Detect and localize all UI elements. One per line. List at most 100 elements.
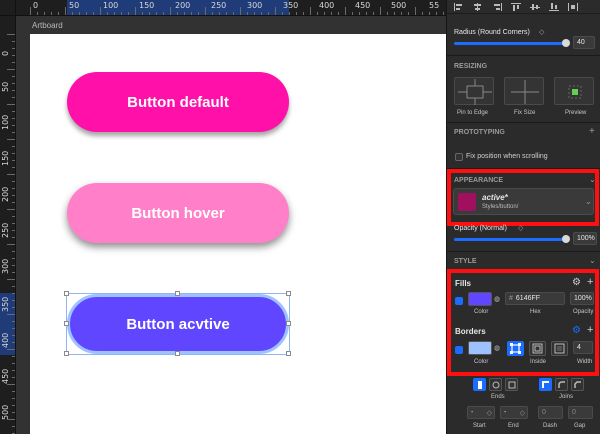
button-default-layer[interactable]: Button default bbox=[67, 72, 289, 132]
ruler-top-label: 300 bbox=[247, 1, 263, 10]
join-miter-button[interactable] bbox=[539, 378, 552, 391]
border-width-label: Width bbox=[577, 359, 593, 365]
fill-opacity-input[interactable]: 100% bbox=[570, 292, 594, 305]
gap-input[interactable]: 0 bbox=[568, 406, 593, 419]
ruler-left-tick bbox=[12, 97, 15, 98]
dash-input[interactable]: 0 bbox=[538, 406, 563, 419]
prototyping-section-title: PROTOTYPING bbox=[454, 129, 505, 136]
button-hover-layer[interactable]: Button hover bbox=[67, 183, 289, 243]
ruler-left-tick bbox=[12, 335, 15, 336]
border-position-center-button[interactable] bbox=[507, 341, 524, 356]
ruler-top-tick bbox=[303, 12, 304, 15]
dash-start-stepper-icon: ◇ bbox=[486, 409, 492, 417]
resizing-preview[interactable] bbox=[554, 77, 594, 105]
ruler-left-tick bbox=[12, 342, 15, 343]
ruler-top-tick bbox=[86, 12, 87, 15]
dash-end-select[interactable]: - ◇ bbox=[500, 406, 528, 419]
fix-size-option[interactable] bbox=[504, 77, 544, 105]
border-position-outside-button[interactable] bbox=[551, 341, 568, 356]
ruler-left-tick bbox=[12, 258, 15, 259]
pin-to-edge-option[interactable] bbox=[454, 77, 494, 105]
opacity-stepper-icon[interactable]: ◇ bbox=[518, 224, 523, 232]
end-round-icon bbox=[492, 381, 499, 388]
align-top-icon[interactable] bbox=[508, 2, 524, 11]
opacity-input[interactable]: 100% bbox=[573, 232, 597, 245]
border-inside-icon bbox=[532, 343, 543, 354]
borders-add-icon[interactable]: + bbox=[587, 324, 593, 336]
fill-hex-input[interactable]: # 6146FF bbox=[505, 292, 565, 305]
border-enabled-checkbox[interactable] bbox=[455, 346, 463, 354]
resize-handle-bottom[interactable] bbox=[175, 351, 180, 356]
style-collapse-chevron-icon[interactable]: ⌄ bbox=[589, 256, 596, 265]
artboard-label[interactable]: Artboard bbox=[32, 21, 63, 30]
ruler-top-label: 55 bbox=[429, 1, 440, 10]
end-square-button[interactable] bbox=[505, 378, 518, 391]
joins-label: Joins bbox=[559, 394, 574, 400]
ruler-left-tick bbox=[7, 419, 15, 420]
ruler-top-tick bbox=[233, 12, 234, 15]
border-color-swatch[interactable] bbox=[468, 341, 492, 355]
opacity-label: Opacity (Normal) bbox=[454, 225, 507, 232]
end-butt-button[interactable] bbox=[473, 378, 486, 391]
align-left-icon[interactable] bbox=[451, 2, 467, 11]
borders-settings-gear-icon[interactable]: ⚙ bbox=[572, 325, 581, 336]
resize-handle-left[interactable] bbox=[64, 321, 69, 326]
end-round-button[interactable] bbox=[489, 378, 502, 391]
align-bottom-icon[interactable] bbox=[546, 2, 562, 11]
border-position-inside-button[interactable] bbox=[529, 341, 546, 356]
fix-position-checkbox[interactable] bbox=[455, 153, 463, 161]
fill-hex-label: Hex bbox=[530, 309, 541, 315]
ruler-left-label: 450 bbox=[1, 368, 10, 384]
resize-handle-top-left[interactable] bbox=[64, 291, 69, 296]
ruler-top-tick bbox=[380, 7, 381, 15]
radius-slider-knob[interactable] bbox=[562, 39, 570, 47]
radius-stepper-icon[interactable]: ◇ bbox=[539, 28, 544, 36]
fill-enabled-checkbox[interactable] bbox=[455, 297, 463, 305]
dash-start-select[interactable]: - ◇ bbox=[467, 406, 495, 419]
ruler-top-tick bbox=[261, 12, 262, 15]
resize-handle-bottom-left[interactable] bbox=[64, 351, 69, 356]
resize-handle-top[interactable] bbox=[175, 291, 180, 296]
ruler-left-tick bbox=[12, 363, 15, 364]
button-active-label: Button acvtive bbox=[126, 315, 230, 333]
shared-style-selector[interactable]: active* Styles/button/ ⌄ bbox=[453, 188, 594, 215]
fill-color-swatch[interactable] bbox=[468, 292, 492, 306]
border-color-picker-icon[interactable]: ◍ bbox=[494, 344, 500, 352]
ruler-top-label: 0 bbox=[33, 1, 39, 10]
join-bevel-button[interactable] bbox=[571, 378, 584, 391]
ruler-left-tick bbox=[12, 391, 15, 392]
radius-input[interactable]: 40 bbox=[573, 36, 595, 49]
ruler-left-tick bbox=[12, 377, 15, 378]
dash-end-label: End bbox=[508, 423, 519, 429]
ruler-left-tick bbox=[7, 279, 15, 280]
resize-handle-right[interactable] bbox=[286, 321, 291, 326]
fill-color-picker-icon[interactable]: ◍ bbox=[494, 295, 500, 303]
ruler-left-tick bbox=[12, 293, 15, 294]
ruler-top-label: 100 bbox=[103, 1, 119, 10]
distribute-icon[interactable] bbox=[565, 2, 581, 11]
ruler-left-tick bbox=[12, 412, 15, 413]
prototyping-add-icon[interactable]: + bbox=[589, 126, 595, 137]
ruler-top-tick bbox=[93, 12, 94, 15]
ruler-left-tick bbox=[12, 328, 15, 329]
ruler-left-tick bbox=[12, 48, 15, 49]
ruler-top-tick bbox=[338, 12, 339, 15]
ruler-left-tick bbox=[12, 167, 15, 168]
ruler-left-tick bbox=[12, 272, 15, 273]
border-width-input[interactable]: 4 bbox=[573, 341, 593, 354]
fills-settings-gear-icon[interactable]: ⚙ bbox=[572, 277, 581, 288]
fills-add-icon[interactable]: + bbox=[587, 276, 593, 288]
resize-handle-top-right[interactable] bbox=[286, 291, 291, 296]
resize-handle-bottom-right[interactable] bbox=[286, 351, 291, 356]
ruler-top-tick bbox=[149, 12, 150, 15]
opacity-slider-knob[interactable] bbox=[562, 235, 570, 243]
opacity-slider-track[interactable] bbox=[454, 238, 566, 241]
align-center-icon[interactable] bbox=[470, 2, 486, 11]
align-middle-icon[interactable] bbox=[527, 2, 543, 11]
align-right-icon[interactable] bbox=[489, 2, 505, 11]
join-round-button[interactable] bbox=[555, 378, 568, 391]
button-active-layer[interactable]: Button acvtive bbox=[67, 294, 289, 354]
ruler-top-label: 400 bbox=[319, 1, 335, 10]
radius-slider-track[interactable] bbox=[454, 42, 566, 45]
ruler-top-tick bbox=[156, 12, 157, 15]
